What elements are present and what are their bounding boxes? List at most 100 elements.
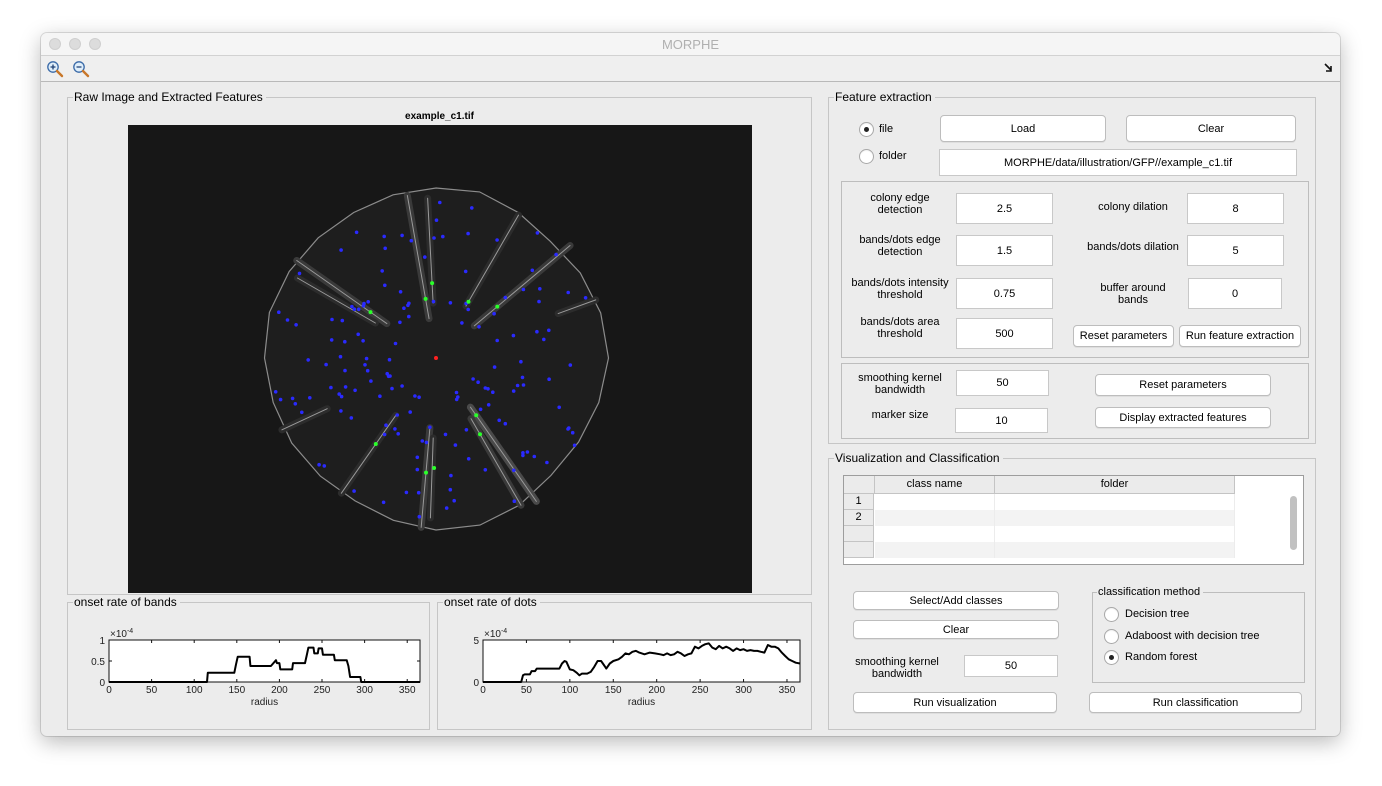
dots-onset-chart: 0 50 100 150 200 250 300 350 0 5 ×10-4 radius bbox=[473, 628, 801, 708]
colony-dilation-field[interactable]: 8 bbox=[1187, 193, 1284, 224]
radio-random-forest-label: Random forest bbox=[1125, 651, 1198, 663]
dot-marker bbox=[278, 397, 283, 402]
vis-kernel-field[interactable]: 50 bbox=[964, 655, 1058, 677]
table-cell[interactable] bbox=[875, 510, 995, 526]
dot-marker bbox=[400, 384, 404, 388]
column-header-class-name[interactable]: class name bbox=[875, 476, 995, 494]
radio-file-label: file bbox=[879, 123, 894, 135]
radio-decision-tree-label: Decision tree bbox=[1125, 608, 1190, 620]
plot-area bbox=[482, 639, 801, 683]
select-add-classes-button[interactable]: Select/Add classes bbox=[853, 591, 1059, 610]
run-feature-extraction-button[interactable]: Run feature extraction bbox=[1179, 325, 1301, 347]
dot-marker bbox=[273, 390, 278, 394]
bands-edge-label: bands/dots edge detection bbox=[859, 234, 941, 258]
area-threshold-field[interactable]: 500 bbox=[956, 318, 1053, 349]
x-tick-label: 50 bbox=[146, 685, 158, 696]
dot-marker bbox=[521, 451, 525, 455]
colony-center-marker bbox=[434, 356, 438, 360]
table-cell[interactable] bbox=[995, 510, 1235, 526]
radio-adaboost-label: Adaboost with decision tree bbox=[1125, 630, 1260, 642]
dot-marker bbox=[424, 440, 429, 445]
dot-marker bbox=[567, 426, 571, 430]
intensity-threshold-field[interactable]: 0.75 bbox=[956, 278, 1053, 309]
dot-marker bbox=[466, 231, 470, 236]
display-reset-parameters-button[interactable]: Reset parameters bbox=[1095, 374, 1271, 396]
dot-marker bbox=[554, 252, 558, 257]
bands-edge-field[interactable]: 1.5 bbox=[956, 235, 1053, 266]
row-header[interactable]: 1 bbox=[844, 494, 874, 510]
buffer-around-bands-field[interactable]: 0 bbox=[1188, 278, 1282, 309]
colony-image[interactable] bbox=[128, 125, 752, 593]
run-classification-button[interactable]: Run classification bbox=[1089, 692, 1302, 713]
dock-arrow-icon[interactable] bbox=[1324, 63, 1334, 73]
dot-marker bbox=[512, 468, 516, 473]
window-title: MORPHE bbox=[661, 37, 720, 52]
table-cell[interactable] bbox=[875, 542, 995, 558]
table-cell[interactable] bbox=[875, 494, 995, 510]
dot-marker bbox=[382, 234, 386, 239]
dot-marker bbox=[361, 339, 365, 343]
table-cell[interactable] bbox=[995, 494, 1235, 510]
radio-random-forest[interactable] bbox=[1104, 650, 1119, 665]
dot-marker bbox=[322, 464, 327, 468]
x-tick-label: 150 bbox=[228, 685, 245, 696]
dot-marker bbox=[402, 306, 406, 310]
class-table[interactable]: class name folder 1 2 bbox=[843, 475, 1304, 565]
radio-selected-dot bbox=[1109, 655, 1114, 660]
load-button[interactable]: Load bbox=[940, 115, 1106, 142]
dot-marker bbox=[570, 430, 575, 435]
radio-file[interactable] bbox=[859, 122, 874, 137]
x-axis-label: radius bbox=[251, 697, 278, 708]
x-tick-label: 100 bbox=[186, 685, 203, 696]
y-tick-label: 1 bbox=[99, 636, 105, 647]
zoom-in-icon[interactable] bbox=[46, 60, 64, 78]
row-header[interactable] bbox=[844, 526, 874, 542]
band-onset-marker bbox=[368, 310, 373, 315]
band-onset-marker bbox=[432, 466, 437, 470]
dots-plot-panel: onset rate of dots 0 50 100 150 200 250 300 350… bbox=[437, 595, 812, 730]
extraction-params-subpanel: colony edge detection 2.5 colony dilation… bbox=[841, 181, 1309, 358]
display-extracted-features-button[interactable]: Display extracted features bbox=[1095, 407, 1271, 428]
dot-marker bbox=[535, 231, 540, 235]
image-title: example_c1.tif bbox=[405, 111, 474, 122]
colony-edge-field[interactable]: 2.5 bbox=[956, 193, 1053, 224]
table-scrollbar[interactable] bbox=[1290, 496, 1297, 550]
radio-decision-tree[interactable] bbox=[1104, 607, 1119, 622]
dot-marker bbox=[566, 290, 570, 295]
area-threshold-label: bands/dots area threshold bbox=[860, 316, 940, 340]
band-onset-marker bbox=[424, 470, 428, 475]
table-cell[interactable] bbox=[875, 526, 995, 542]
marker-size-field[interactable]: 10 bbox=[955, 408, 1048, 433]
dot-marker bbox=[390, 386, 394, 391]
radio-adaboost[interactable] bbox=[1104, 629, 1119, 644]
dot-marker bbox=[545, 460, 549, 465]
row-header[interactable] bbox=[844, 542, 874, 558]
dot-marker bbox=[542, 337, 546, 342]
reset-parameters-button[interactable]: Reset parameters bbox=[1073, 325, 1174, 347]
run-visualization-button[interactable]: Run visualization bbox=[853, 692, 1057, 713]
column-header-folder[interactable]: folder bbox=[995, 476, 1235, 494]
dot-marker bbox=[308, 396, 312, 400]
dot-marker bbox=[466, 307, 471, 312]
dot-marker bbox=[521, 287, 526, 292]
row-header[interactable]: 2 bbox=[844, 510, 874, 526]
table-cell[interactable] bbox=[995, 526, 1235, 542]
band-onset-marker bbox=[373, 442, 378, 446]
table-cell[interactable] bbox=[995, 542, 1235, 558]
path-field[interactable]: MORPHE/data/illustration/GFP//example_c1… bbox=[939, 149, 1297, 176]
display-kernel-field[interactable]: 50 bbox=[956, 370, 1049, 396]
dot-marker bbox=[393, 427, 397, 431]
dot-marker bbox=[356, 332, 360, 337]
dot-marker bbox=[511, 389, 516, 393]
dot-marker bbox=[300, 410, 304, 415]
raw-image-panel-title: Raw Image and Extracted Features bbox=[73, 90, 266, 104]
bands-dilation-field[interactable]: 5 bbox=[1187, 235, 1284, 266]
clear-button[interactable]: Clear bbox=[1126, 115, 1296, 142]
dot-marker bbox=[343, 385, 348, 389]
vis-clear-button[interactable]: Clear bbox=[853, 620, 1059, 639]
dot-marker bbox=[443, 432, 448, 437]
radio-folder[interactable] bbox=[859, 149, 874, 164]
x-tick-label: 150 bbox=[605, 685, 622, 696]
plot-area bbox=[108, 639, 421, 683]
zoom-out-icon[interactable] bbox=[72, 60, 90, 78]
